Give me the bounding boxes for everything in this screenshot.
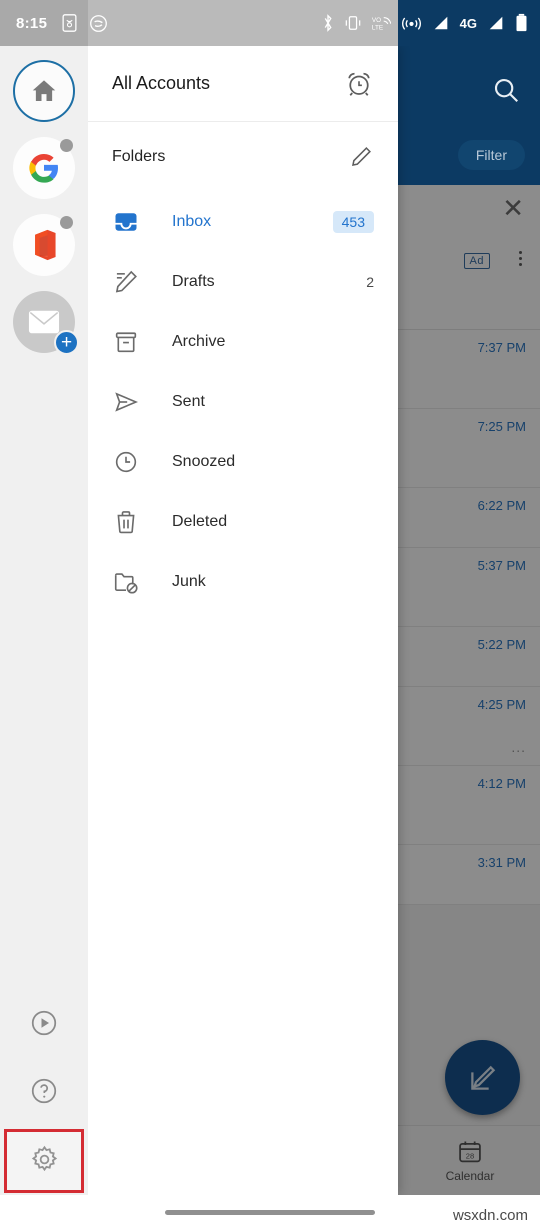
folder-item-archive[interactable]: Archive (88, 312, 398, 372)
add-plus-badge: + (54, 330, 79, 355)
rail-add-account[interactable]: + (13, 291, 79, 355)
send-icon (115, 392, 139, 412)
play-circle-icon (31, 1010, 57, 1036)
folder-item-snoozed[interactable]: Snoozed (88, 432, 398, 492)
folder-icon-wrap (112, 388, 148, 416)
settings-highlight-box (4, 1129, 84, 1193)
signal-icon (434, 16, 447, 30)
trash-icon (117, 511, 135, 534)
network-4g-label: 4G (459, 15, 477, 31)
question-circle-icon (31, 1078, 57, 1104)
volte-icon: VO LTE (372, 17, 391, 31)
folder-item-deleted[interactable]: Deleted (88, 492, 398, 552)
navigation-drawer: + All Accounts Folders Inbox 453 Drafts … (0, 46, 398, 1195)
folder-list: Inbox 453 Drafts 2 Archive Sent Snoozed Deleted… (88, 192, 398, 612)
pencil-icon[interactable] (348, 144, 374, 170)
bluetooth-icon (324, 14, 332, 32)
account-title: All Accounts (112, 73, 211, 93)
mail-icon (28, 310, 60, 334)
help-button[interactable] (22, 1069, 66, 1113)
folder-icon-wrap (112, 448, 148, 476)
google-icon (29, 154, 58, 183)
watermark: wsxdn.com (452, 1207, 528, 1224)
search-button[interactable] (484, 68, 528, 112)
folder-count: 2 (366, 274, 374, 290)
folders-header: Folders (88, 122, 398, 192)
folder-label: Inbox (172, 213, 212, 230)
folder-item-sent[interactable]: Sent (88, 372, 398, 432)
folder-icon-wrap (112, 328, 148, 356)
sim-card-icon (62, 14, 77, 32)
folder-label: Archive (172, 333, 226, 350)
gesture-pill[interactable] (165, 1210, 375, 1215)
svg-text:LTE: LTE (372, 24, 383, 31)
home-icon (32, 80, 56, 101)
search-icon (494, 78, 519, 103)
junk-folder-icon (114, 573, 138, 594)
status-time: 8:15 (16, 14, 48, 32)
account-rail: + (0, 46, 88, 1195)
sync-icon (90, 14, 108, 32)
inbox-icon (115, 213, 137, 231)
alarm-clock-icon[interactable] (344, 69, 374, 99)
folders-title: Folders (112, 148, 166, 165)
folder-icon-wrap (112, 568, 148, 596)
folder-item-inbox[interactable]: Inbox 453 (88, 192, 398, 252)
folder-label: Junk (172, 573, 206, 590)
folder-label: Snoozed (172, 453, 236, 470)
folder-icon-wrap (112, 208, 148, 236)
play-button[interactable] (22, 1001, 66, 1045)
signal-2-icon (489, 16, 503, 30)
status-bar: 8:15 VO LTE 4G (0, 0, 540, 46)
folder-unread-badge: 453 (332, 211, 374, 233)
folder-item-drafts[interactable]: Drafts 2 (88, 252, 398, 312)
clock-icon (115, 451, 137, 473)
folder-label: Sent (172, 393, 205, 410)
google-unread-dot (60, 139, 73, 152)
vibrate-icon (345, 16, 360, 30)
hotspot-icon (401, 17, 421, 30)
filter-chip[interactable]: Filter (457, 140, 525, 170)
draft-pencil-icon (115, 270, 137, 293)
drawer-content: All Accounts Folders Inbox 453 Drafts 2 Arch… (88, 46, 398, 1195)
folder-label: Deleted (172, 513, 228, 530)
folder-label: Drafts (172, 273, 215, 290)
account-header[interactable]: All Accounts (88, 46, 398, 122)
rail-account-google[interactable] (13, 137, 75, 199)
archive-icon (115, 332, 137, 353)
office-icon (35, 229, 56, 261)
svg-text:VO: VO (372, 17, 381, 24)
office-unread-dot (60, 216, 73, 229)
battery-icon (516, 13, 527, 32)
rail-account-office[interactable] (13, 214, 75, 276)
folder-icon-wrap (112, 508, 148, 536)
folder-item-junk[interactable]: Junk (88, 552, 398, 612)
folder-icon-wrap (112, 268, 148, 296)
rail-account-home[interactable] (13, 60, 75, 122)
